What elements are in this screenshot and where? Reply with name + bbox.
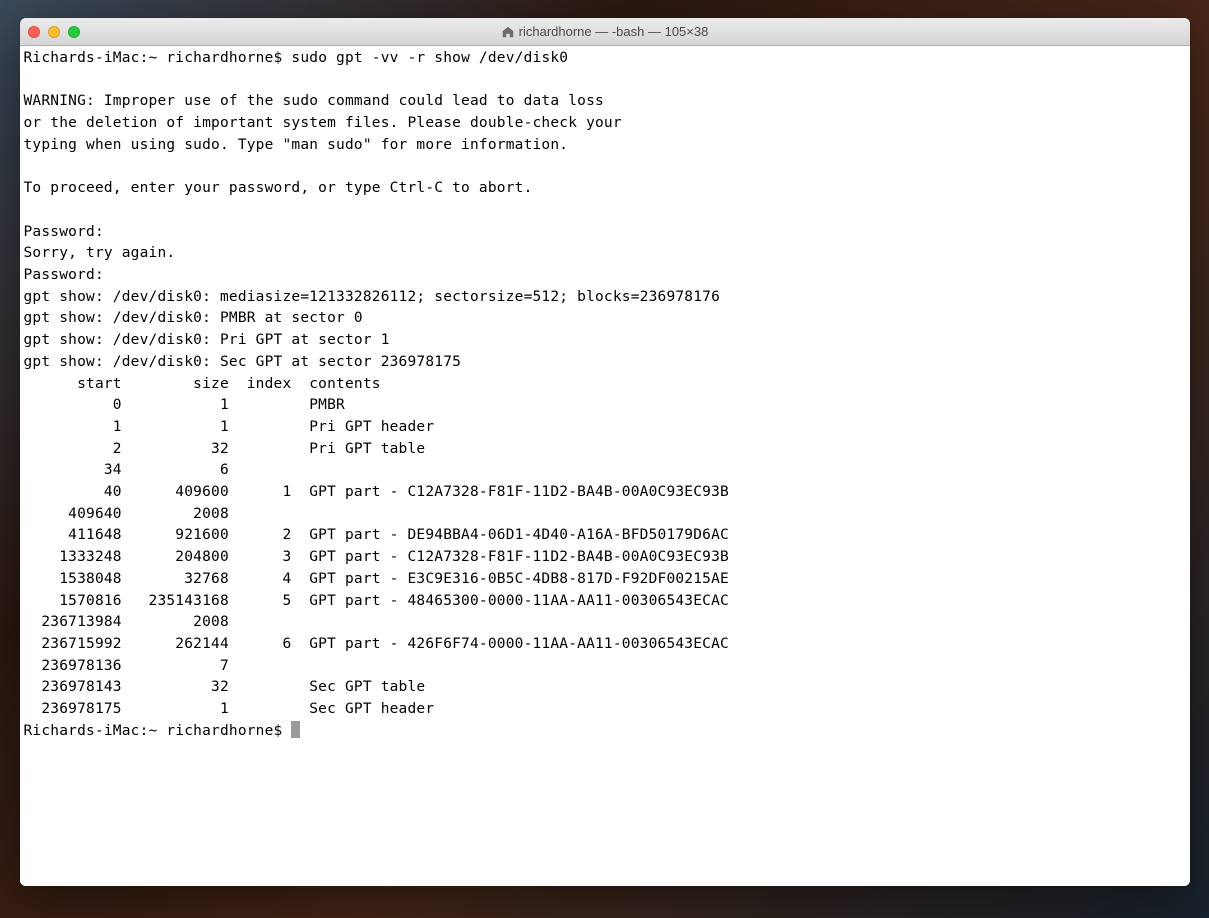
prompt: Richards-iMac:~ richardhorne$ <box>24 50 292 66</box>
table-row: 236978175 1 Sec GPT header <box>24 701 435 717</box>
table-header: start size index contents <box>24 376 381 392</box>
warning-line: typing when using sudo. Type "man sudo" … <box>24 137 569 153</box>
prompt-line-1: Richards-iMac:~ richardhorne$ sudo gpt -… <box>24 50 569 66</box>
table-row: 236978136 7 <box>24 658 310 674</box>
window-title: richardhorne — -bash — 105×38 <box>519 24 709 39</box>
cursor <box>291 721 300 738</box>
window-title-wrap: richardhorne — -bash — 105×38 <box>20 24 1190 39</box>
warning-line: WARNING: Improper use of the sudo comman… <box>24 93 604 109</box>
table-row: 409640 2008 <box>24 506 310 522</box>
warning-line: or the deletion of important system file… <box>24 115 622 131</box>
gpt-info-line: gpt show: /dev/disk0: PMBR at sector 0 <box>24 310 363 326</box>
password-prompt: Password: <box>24 224 104 240</box>
minimize-button[interactable] <box>48 26 60 38</box>
table-rows: 0 1 PMBR 1 1 Pri GPT header 2 32 Pri GPT… <box>24 395 1186 721</box>
table-row: 1570816 235143168 5 GPT part - 48465300-… <box>24 593 729 609</box>
table-row: 236715992 262144 6 GPT part - 426F6F74-0… <box>24 636 729 652</box>
gpt-info-line: gpt show: /dev/disk0: Sec GPT at sector … <box>24 354 462 370</box>
traffic-lights <box>28 26 80 38</box>
proceed-line: To proceed, enter your password, or type… <box>24 180 533 196</box>
gpt-info-line: gpt show: /dev/disk0: mediasize=12133282… <box>24 289 721 305</box>
command: sudo gpt -vv -r show /dev/disk0 <box>291 50 568 66</box>
titlebar[interactable]: richardhorne — -bash — 105×38 <box>20 18 1190 46</box>
maximize-button[interactable] <box>68 26 80 38</box>
table-row: 40 409600 1 GPT part - C12A7328-F81F-11D… <box>24 484 729 500</box>
blank-line <box>24 72 33 88</box>
terminal-window: richardhorne — -bash — 105×38 Richards-i… <box>20 18 1190 886</box>
prompt-line-2: Richards-iMac:~ richardhorne$ <box>24 723 301 739</box>
table-row: 1333248 204800 3 GPT part - C12A7328-F81… <box>24 549 729 565</box>
prompt: Richards-iMac:~ richardhorne$ <box>24 723 292 739</box>
table-row: 1538048 32768 4 GPT part - E3C9E316-0B5C… <box>24 571 729 587</box>
table-row: 411648 921600 2 GPT part - DE94BBA4-06D1… <box>24 527 729 543</box>
sorry-line: Sorry, try again. <box>24 245 176 261</box>
close-button[interactable] <box>28 26 40 38</box>
table-row: 2 32 Pri GPT table <box>24 441 426 457</box>
table-row: 236713984 2008 <box>24 614 310 630</box>
home-icon <box>501 25 515 39</box>
terminal-body[interactable]: Richards-iMac:~ richardhorne$ sudo gpt -… <box>20 46 1190 886</box>
table-row: 0 1 PMBR <box>24 397 345 413</box>
password-prompt: Password: <box>24 267 104 283</box>
blank-line <box>24 159 33 175</box>
gpt-info-line: gpt show: /dev/disk0: Pri GPT at sector … <box>24 332 390 348</box>
table-row: 236978143 32 Sec GPT table <box>24 679 426 695</box>
blank-line <box>24 202 33 218</box>
table-row: 34 6 <box>24 462 310 478</box>
table-row: 1 1 Pri GPT header <box>24 419 435 435</box>
